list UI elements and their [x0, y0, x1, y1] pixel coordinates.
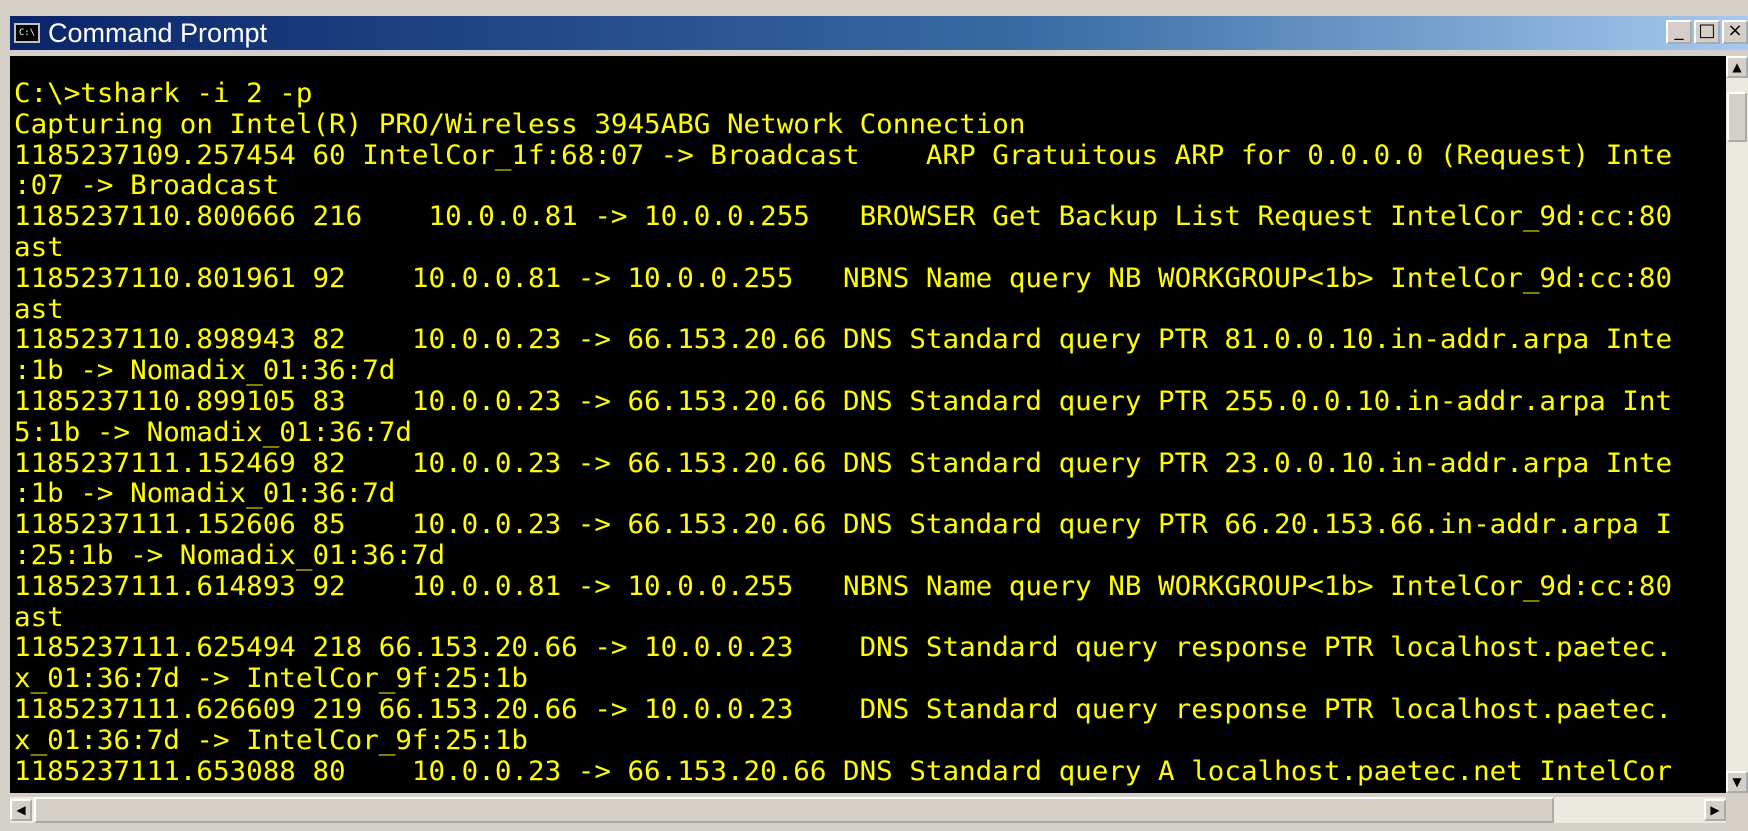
console-line: C:\>tshark -i 2 -p [14, 78, 313, 109]
title-bar[interactable]: C:\ Command Prompt _ □ × [10, 16, 1748, 50]
window-title: Command Prompt [48, 17, 268, 48]
console-app-icon[interactable]: C:\ [14, 23, 40, 43]
scrollbar-corner [1726, 797, 1748, 823]
console-line: Capturing on Intel(R) PRO/Wireless 3945A… [14, 108, 1026, 140]
console-line: :1b -> Nomadix_01:36:7d [14, 478, 396, 510]
console-line: 1185237111.625494 218 66.153.20.66 -> 10… [14, 632, 1673, 664]
vertical-scrollbar[interactable]: ▲ ▼ [1726, 56, 1748, 793]
console-line: 1185237109.257454 60 IntelCor_1f:68:07 -… [14, 139, 1673, 171]
console-line: x_01:36:7d -> IntelCor_9f:25:1b [14, 663, 529, 695]
command-prompt-window: C:\ Command Prompt _ □ × C:\>tshark -i 2… [0, 0, 1748, 831]
console-line: ast [14, 601, 64, 633]
console-line: ast [14, 293, 64, 325]
window-controls: _ □ × [1666, 20, 1748, 44]
console-line: 1185237111.614893 92 10.0.0.81 -> 10.0.0… [14, 570, 1673, 602]
scroll-left-arrow-icon[interactable]: ◀ [10, 799, 32, 821]
maximize-button[interactable]: □ [1694, 20, 1720, 44]
console-line: :1b -> Nomadix_01:36:7d [14, 355, 396, 387]
horizontal-scrollbar[interactable]: ◀ ▶ [10, 797, 1726, 823]
console-line: 1185237111.626609 219 66.153.20.66 -> 10… [14, 694, 1673, 725]
scroll-up-arrow-icon[interactable]: ▲ [1726, 56, 1748, 78]
console-line: 1185237110.800666 216 10.0.0.81 -> 10.0.… [14, 201, 1673, 233]
scroll-right-arrow-icon[interactable]: ▶ [1704, 799, 1726, 821]
minimize-button[interactable]: _ [1666, 20, 1692, 44]
console-line: 1185237111.152469 82 10.0.0.23 -> 66.153… [14, 447, 1673, 479]
console-line: 1185237110.801961 92 10.0.0.81 -> 10.0.0… [14, 262, 1673, 294]
console-line: 1185237110.898943 82 10.0.0.23 -> 66.153… [14, 324, 1673, 356]
vertical-scroll-thumb[interactable] [1727, 92, 1747, 142]
console-line: 5:1b -> Nomadix_01:36:7d [14, 416, 412, 448]
console-line: 1185237111.152606 85 10.0.0.23 -> 66.153… [14, 509, 1673, 541]
console-line: 1185237111.653088 80 10.0.0.23 -> 66.153… [14, 755, 1673, 787]
console-line: x_01:36:7d -> IntelCor_9f:25:1b [14, 724, 529, 756]
close-button[interactable]: × [1722, 20, 1748, 44]
console-line: :25:1b -> Nomadix_01:36:7d [14, 540, 446, 571]
console-line: ast [14, 232, 64, 263]
console-line: 1185237110.899105 83 10.0.0.23 -> 66.153… [14, 386, 1673, 417]
horizontal-scroll-thumb[interactable] [34, 797, 1554, 823]
console-line: :07 -> Broadcast [14, 170, 280, 202]
scroll-down-arrow-icon[interactable]: ▼ [1726, 771, 1748, 793]
console-output[interactable]: C:\>tshark -i 2 -p Capturing on Intel(R) … [10, 56, 1726, 793]
